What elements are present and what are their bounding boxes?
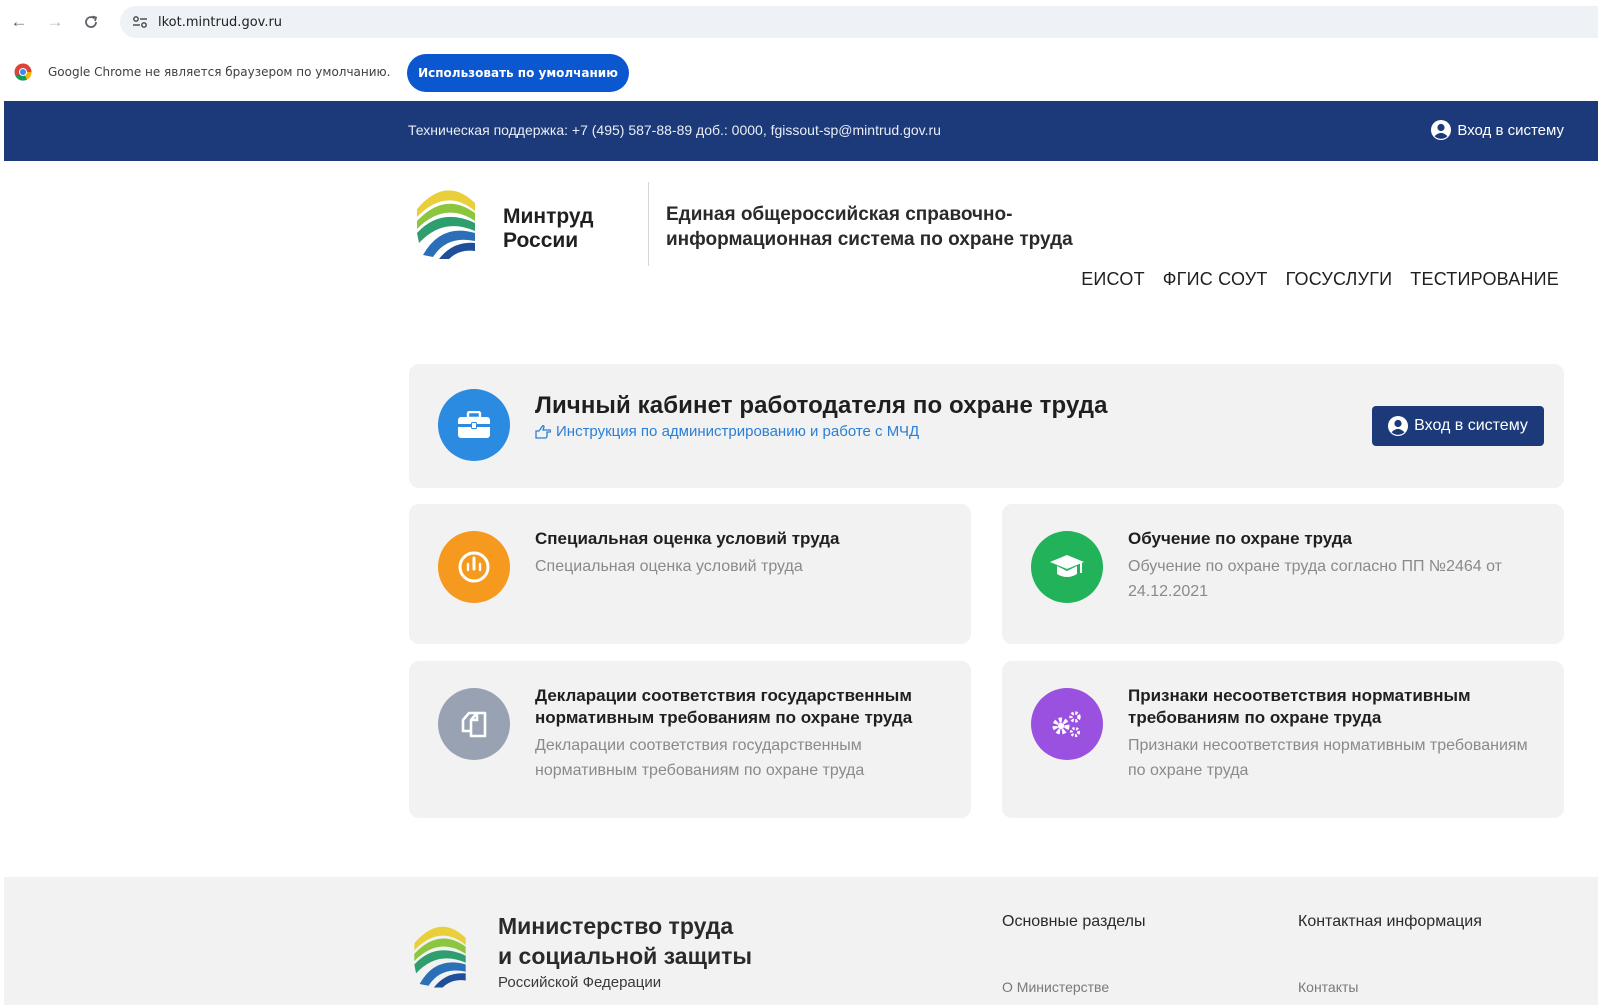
service-description: Признаки несоответствия нормативным треб… (1128, 737, 1528, 779)
graduation-cap-icon (1031, 531, 1103, 603)
default-browser-infobar: Google Chrome не является браузером по у… (0, 44, 1598, 100)
ministry-logo-icon (409, 917, 471, 989)
gauge-icon (438, 531, 510, 603)
copy-icon (438, 688, 510, 760)
site-settings-icon[interactable] (130, 12, 150, 32)
nav-fgis-sout[interactable]: ФГИС СОУТ (1163, 269, 1268, 290)
user-circle-icon (1388, 416, 1409, 436)
browser-toolbar: ← → lkot.mintrud.gov.ru (0, 0, 1598, 44)
brand-line-2: России (503, 229, 579, 252)
footer-sections-heading: Основные разделы (1002, 913, 1146, 930)
footer: Министерство труда и социальной защиты Р… (4, 877, 1598, 1005)
service-card-training[interactable]: Обучение по охране труда Обучение по охр… (1002, 504, 1564, 644)
service-description: Обучение по охране труда согласно ПП №24… (1128, 558, 1503, 600)
footer-link-about[interactable]: О Министерстве (1002, 979, 1109, 995)
hand-point-icon (535, 424, 551, 439)
nav-gosuslugi[interactable]: ГОСУСЛУГИ (1286, 269, 1393, 290)
back-arrow-icon[interactable]: ← (8, 11, 30, 33)
service-card-sout[interactable]: Специальная оценка условий труда Специал… (409, 504, 971, 644)
briefcase-icon (438, 389, 510, 461)
forward-arrow-icon[interactable]: → (44, 11, 66, 33)
reload-icon[interactable] (80, 11, 102, 33)
footer-link-contacts[interactable]: Контакты (1298, 979, 1358, 995)
system-title-line-2: информационная система по охране труда (666, 229, 1073, 250)
user-circle-icon (1431, 120, 1452, 140)
ministry-subtitle: Российской Федерации (498, 974, 662, 991)
service-description: Декларации соответствия государственным … (535, 737, 865, 779)
cabinet-login-label: Вход в систему (1414, 417, 1528, 434)
address-bar[interactable]: lkot.mintrud.gov.ru (120, 6, 1598, 38)
chrome-logo-icon (14, 63, 32, 81)
top-support-bar: Техническая поддержка: +7 (495) 587-88-8… (4, 101, 1598, 161)
nav-eisot[interactable]: ЕИСОТ (1081, 269, 1145, 290)
system-title: Единая общероссийская справочно- информа… (666, 202, 1146, 252)
service-title: Признаки несоответствия нормативным треб… (1128, 686, 1471, 727)
instruction-link[interactable]: Инструкция по администрированию и работе… (535, 423, 919, 440)
ministry-title: Министерство труда и социальной защиты (498, 911, 752, 971)
brand-name[interactable]: Минтруд России (503, 205, 593, 253)
main-nav: ЕИСОТ ФГИС СОУТ ГОСУСЛУГИ ТЕСТИРОВАНИЕ (1081, 269, 1559, 290)
footer-contacts-heading: Контактная информация (1298, 913, 1482, 930)
cabinet-title: Личный кабинет работодателя по охране тр… (535, 392, 1108, 419)
login-label: Вход в систему (1457, 121, 1564, 139)
mintrud-logo-icon[interactable] (411, 181, 481, 259)
service-title: Декларации соответствия государственным … (535, 686, 913, 727)
set-default-button[interactable]: Использовать по умолчанию (407, 54, 629, 92)
login-link[interactable]: Вход в систему (1431, 120, 1564, 140)
service-card-declarations[interactable]: Декларации соответствия государственным … (409, 661, 971, 818)
url-text: lkot.mintrud.gov.ru (158, 14, 283, 30)
service-description: Специальная оценка условий труда (535, 558, 803, 575)
service-title: Специальная оценка условий труда (535, 529, 840, 548)
brand-divider (648, 182, 649, 266)
gears-icon (1031, 688, 1103, 760)
ministry-title-line-2: и социальной защиты (498, 943, 753, 969)
system-title-line-1: Единая общероссийская справочно- (666, 204, 1013, 225)
instruction-link-text: Инструкция по администрированию и работе… (556, 423, 920, 440)
ministry-title-line-1: Министерство труда (498, 913, 734, 939)
employer-cabinet-card: Личный кабинет работодателя по охране тр… (409, 364, 1564, 488)
cabinet-login-button[interactable]: Вход в систему (1372, 406, 1544, 446)
support-info: Техническая поддержка: +7 (495) 587-88-8… (408, 122, 941, 138)
infobar-message: Google Chrome не является браузером по у… (48, 65, 391, 79)
nav-testing[interactable]: ТЕСТИРОВАНИЕ (1410, 269, 1559, 290)
brand-line-1: Минтруд (503, 205, 594, 228)
service-title: Обучение по охране труда (1128, 529, 1353, 548)
service-card-violations[interactable]: Признаки несоответствия нормативным треб… (1002, 661, 1564, 818)
